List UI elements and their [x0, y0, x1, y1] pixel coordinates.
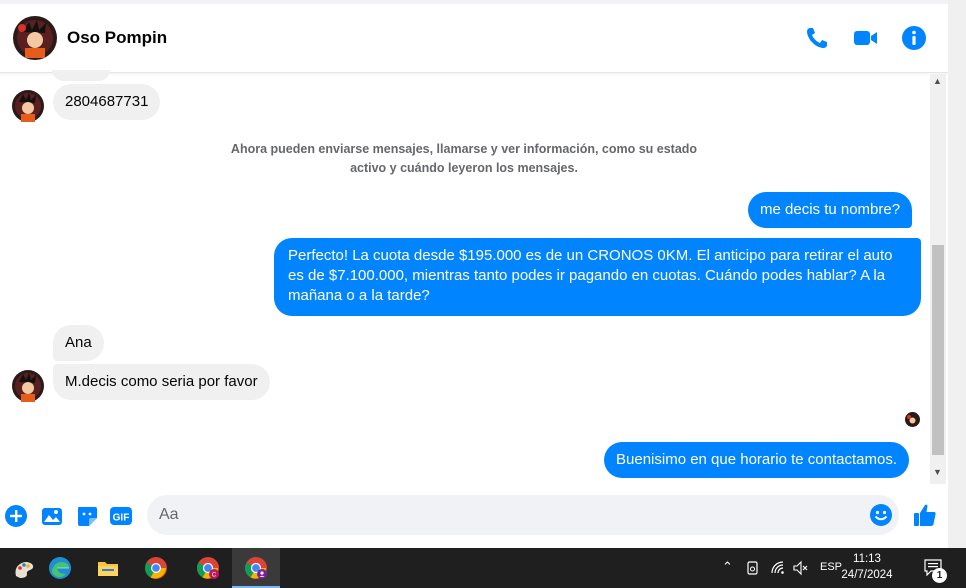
taskbar-app-chrome-profile[interactable]: C — [184, 548, 232, 588]
tray-overflow-chevron-icon[interactable]: ⌃ — [722, 559, 733, 575]
contact-avatar-small[interactable] — [12, 370, 44, 402]
video-call-icon[interactable] — [851, 24, 879, 52]
incoming-message[interactable]: M.decis como seria por favor — [53, 364, 270, 400]
notification-count-badge: 1 — [932, 568, 947, 583]
like-thumbs-up-icon[interactable] — [912, 502, 938, 528]
paint-app-icon — [15, 562, 34, 578]
message-composer: GIF — [0, 488, 948, 544]
contact-avatar[interactable] — [13, 16, 57, 60]
phone-call-icon[interactable] — [803, 24, 831, 52]
incoming-message[interactable]: Ana — [53, 325, 104, 361]
chrome-icon — [145, 557, 167, 579]
chat-scrollbar-thumb[interactable] — [932, 245, 944, 455]
chrome-profile-icon — [245, 557, 267, 579]
tray-device-icon[interactable] — [746, 560, 760, 576]
contact-avatar-small[interactable] — [12, 90, 44, 122]
clock[interactable]: 11:13 24/7/2024 — [840, 551, 894, 583]
taskbar-app-chrome-active[interactable] — [232, 548, 280, 588]
wifi-icon[interactable] — [770, 560, 786, 576]
clock-date: 24/7/2024 — [841, 569, 893, 581]
emoji-icon[interactable] — [869, 503, 893, 527]
taskbar-app-chrome[interactable] — [132, 548, 180, 588]
attach-photo-icon[interactable] — [40, 504, 64, 528]
more-actions-icon[interactable] — [4, 504, 28, 528]
volume-muted-icon[interactable] — [792, 560, 808, 576]
input-language[interactable]: ESP — [820, 561, 842, 573]
scroll-up-arrow-icon[interactable]: ▲ — [933, 76, 942, 86]
connection-notice: Ahora pueden enviarse mensajes, llamarse… — [230, 142, 698, 175]
contact-name[interactable]: Oso Pompin — [67, 28, 167, 48]
incoming-message[interactable]: 2804687731 — [53, 84, 161, 120]
previous-message-bubble — [52, 70, 110, 81]
outgoing-message[interactable]: me decis tu nombre? — [748, 192, 913, 228]
folder-icon — [98, 562, 118, 576]
message-input[interactable] — [147, 495, 899, 535]
seen-avatar-icon — [905, 412, 920, 427]
window-edge — [948, 0, 966, 588]
conversation-header: Oso Pompin — [0, 4, 948, 73]
info-icon[interactable] — [900, 24, 928, 52]
taskbar-app-edge[interactable] — [36, 548, 84, 588]
chrome-profile-icon: C — [197, 557, 219, 579]
taskbar-app-file-explorer[interactable] — [84, 548, 132, 588]
windows-taskbar: C ⌃ ESP 11:13 24/7/2024 1 — [0, 548, 966, 588]
gif-icon[interactable]: GIF — [109, 504, 133, 528]
scroll-down-arrow-icon[interactable]: ▼ — [933, 467, 942, 477]
svg-text:C: C — [212, 573, 217, 579]
svg-text:GIF: GIF — [113, 513, 130, 524]
outgoing-message[interactable]: Buenisimo en que horario te contactamos. — [604, 442, 909, 478]
clock-time: 11:13 — [853, 553, 881, 565]
sticker-icon[interactable] — [75, 504, 99, 528]
outgoing-message[interactable]: Perfecto! La cuota desde $195.000 es de … — [274, 238, 921, 316]
edge-browser-icon — [49, 557, 71, 579]
